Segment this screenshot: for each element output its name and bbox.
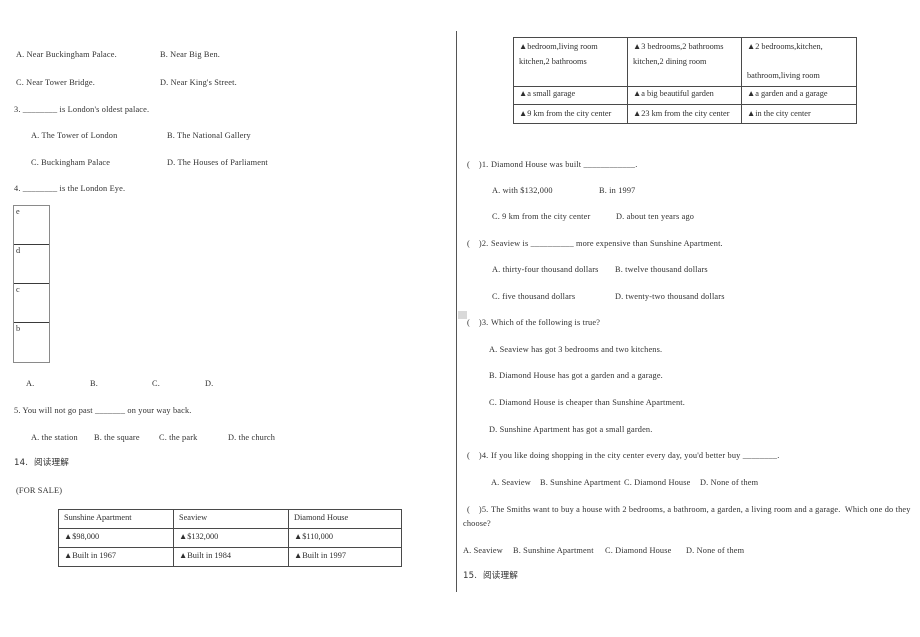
reading-q5-option-c: C. Diamond House [605, 546, 672, 555]
q3-option-b: B. The National Gallery [167, 131, 251, 140]
features-cell: ▲in the city center [741, 103, 857, 125]
reading-q2-option-c: C. five thousand dollars [492, 292, 576, 301]
features-cell: ▲a small garage [513, 85, 628, 105]
q3-option-a: A. The Tower of London [31, 131, 118, 140]
q2-option-d: D. Near King's Street. [160, 78, 237, 87]
features-cell: ▲3 bedrooms,2 bathrooms kitchen,2 dining… [627, 37, 742, 87]
q4-picture-cell-b: b [14, 323, 49, 362]
q2-option-b: B. Near Big Ben. [160, 50, 221, 59]
reading-q2-marker: ( )2. [467, 239, 489, 248]
table-row: ▲a small garage ▲a big beautiful garden … [513, 85, 857, 105]
q5-option-c: C. the park [159, 433, 198, 442]
reading-q3-option-c: C. Diamond House is cheaper than Sunshin… [489, 398, 685, 407]
q4-stem: 4. ________ is the London Eye. [14, 184, 126, 193]
q4-picture-label-b: b [16, 324, 21, 333]
reading-q4-stem: If you like doing shopping in the city c… [491, 451, 780, 460]
table-row: ▲$98,000 ▲$132,000 ▲$110,000 [58, 528, 402, 548]
reading-q4-option-c: C. Diamond House [624, 478, 691, 487]
reading-q1-stem: Diamond House was built ____________. [491, 160, 638, 169]
features-cell: ▲bedroom,living room kitchen,2 bathrooms [513, 37, 628, 87]
q2-option-c: C. Near Tower Bridge. [16, 78, 96, 87]
table-row: Sunshine Apartment Seaview Diamond House [58, 509, 402, 529]
reading-q4-marker: ( )4. [467, 451, 489, 460]
scan-artifact [458, 311, 467, 319]
reading-q2-option-d: D. twenty-two thousand dollars [615, 292, 725, 301]
price-table-cell: ▲Built in 1997 [288, 547, 402, 567]
reading-q3-marker: ( )3. [467, 318, 489, 327]
q3-option-d: D. The Houses of Parliament [167, 158, 268, 167]
reading-q5-option-d: D. None of them [686, 546, 745, 555]
price-table-cell: ▲Built in 1984 [173, 547, 289, 567]
q5-option-d: D. the church [228, 433, 276, 442]
q4-picture-cell-c: c [14, 284, 49, 323]
price-table-cell: Diamond House [288, 509, 402, 529]
reading-q3-option-d: D. Sunshine Apartment has got a small ga… [489, 425, 653, 434]
reading-q5-option-b: B. Sunshine Apartment [513, 546, 594, 555]
reading-q3-option-a: A. Seaview has got 3 bedrooms and two ki… [489, 345, 663, 354]
q3-stem: 3. ________ is London's oldest palace. [14, 105, 150, 114]
q5-stem: 5. You will not go past _______ on your … [14, 406, 192, 415]
q4-picture-label-c: c [16, 285, 20, 294]
features-cell: ▲a garden and a garage [741, 85, 857, 105]
reading-q1-option-b: B. in 1997 [599, 186, 636, 195]
q4-option-b: B. [90, 379, 98, 388]
price-table: Sunshine Apartment Seaview Diamond House… [58, 509, 402, 567]
reading-q2-option-a: A. thirty-four thousand dollars [492, 265, 599, 274]
q3-option-c: C. Buckingham Palace [31, 158, 111, 167]
reading-q4-option-b: B. Sunshine Apartment [540, 478, 621, 487]
features-cell: ▲2 bedrooms,kitchen, bathroom,living roo… [741, 37, 857, 87]
q4-picture-label-e: e [16, 207, 20, 216]
document-page: A. Near Buckingham Palace. B. Near Big B… [0, 0, 920, 637]
reading-q1-option-a: A. with $132,000 [492, 186, 553, 195]
table-row: ▲bedroom,living room kitchen,2 bathrooms… [513, 37, 857, 87]
q5-option-b: B. the square [94, 433, 140, 442]
reading-q2-stem: Seaview is __________ more expensive tha… [491, 239, 723, 248]
q4-option-a: A. [26, 379, 35, 388]
price-table-cell: ▲$132,000 [173, 528, 289, 548]
reading-q5-stem: The Smiths want to buy a house with 2 be… [491, 505, 911, 514]
features-cell: ▲9 km from the city center [513, 103, 628, 125]
price-table-cell: ▲Built in 1967 [58, 547, 174, 567]
table-row: ▲Built in 1967 ▲Built in 1984 ▲Built in … [58, 547, 402, 567]
q2-option-a: A. Near Buckingham Palace. [16, 50, 117, 59]
reading-q1-option-c: C. 9 km from the city center [492, 212, 591, 221]
column-divider [456, 31, 457, 592]
features-table: ▲bedroom,living room kitchen,2 bathrooms… [513, 37, 857, 125]
reading-q5-stem-line2: choose? [463, 519, 491, 528]
reading-q5-option-a: A. Seaview [463, 546, 503, 555]
price-table-cell: ▲$110,000 [288, 528, 402, 548]
reading-q1-option-d: D. about ten years ago [616, 212, 695, 221]
price-table-cell: Seaview [173, 509, 289, 529]
table-row: ▲9 km from the city center ▲23 km from t… [513, 103, 857, 125]
q4-picture-label-d: d [16, 246, 21, 255]
reading-q3-stem: Which of the following is true? [491, 318, 601, 327]
q4-picture-cell-e: e [14, 206, 49, 245]
q4-option-d: D. [205, 379, 214, 388]
for-sale-subheading: (FOR SALE) [16, 486, 63, 495]
features-cell: ▲a big beautiful garden [627, 85, 742, 105]
reading-q2-option-b: B. twelve thousand dollars [615, 265, 708, 274]
q4-option-c: C. [152, 379, 160, 388]
price-table-cell: ▲$98,000 [58, 528, 174, 548]
section-14-heading: 14. 阅读理解 [14, 458, 70, 468]
reading-q4-option-d: D. None of them [700, 478, 759, 487]
features-cell: ▲23 km from the city center [627, 103, 742, 125]
reading-q5-marker: ( )5. [467, 505, 489, 514]
reading-q4-option-a: A. Seaview [491, 478, 531, 487]
price-table-cell: Sunshine Apartment [58, 509, 174, 529]
q4-picture-stack: e d c b [13, 205, 50, 363]
q4-picture-cell-d: d [14, 245, 49, 284]
section-15-heading: 15. 阅读理解 [463, 571, 519, 581]
q5-option-a: A. the station [31, 433, 78, 442]
reading-q1-marker: ( )1. [467, 160, 489, 169]
reading-q3-option-b: B. Diamond House has got a garden and a … [489, 371, 663, 380]
